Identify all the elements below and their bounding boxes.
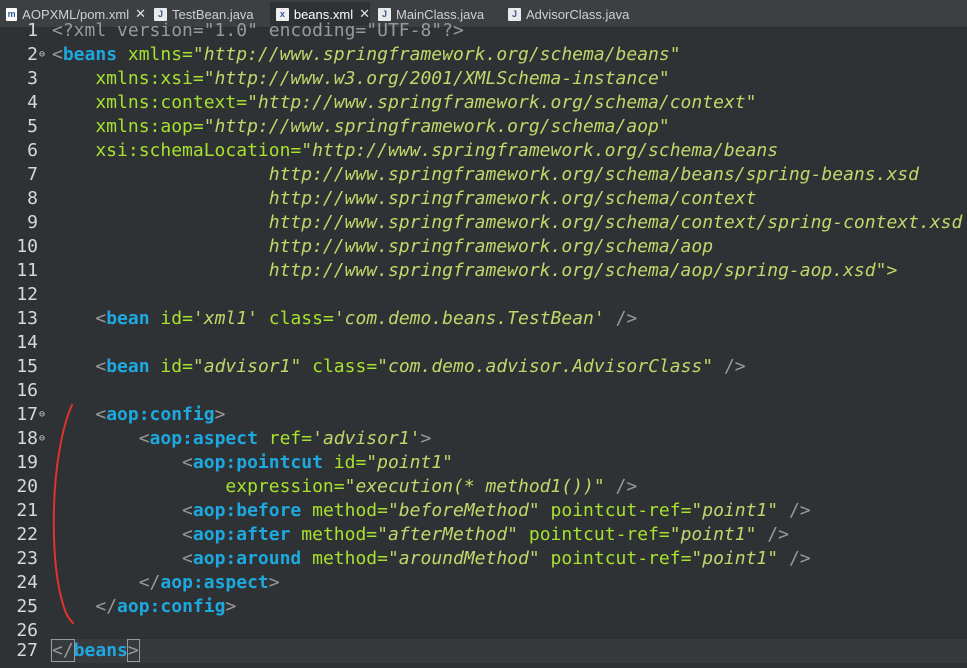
- tag-bracket: <: [182, 500, 193, 521]
- attr-value: "beforeMethod": [387, 500, 540, 521]
- current-line-highlight: [0, 639, 967, 663]
- red-annotation-stroke: [52, 404, 74, 624]
- code-line-20: expression="execution(* method1())" />: [52, 475, 637, 499]
- tag-name: bean: [106, 356, 150, 377]
- code-line-8: http://www.springframework.org/schema/co…: [52, 188, 757, 209]
- tag-name: aop:config: [106, 404, 215, 425]
- attr-value: "http://www.w3.org/2001/XMLSchema-instan…: [203, 68, 670, 89]
- tag-bracket: >: [225, 596, 237, 617]
- attr-value: "point1": [366, 452, 453, 473]
- tag-bracket: >: [214, 404, 226, 425]
- attr-name: id=: [149, 308, 193, 329]
- tag-bracket: </: [138, 572, 161, 593]
- tab-advisorclass-java[interactable]: J AdvisorClass.java: [502, 2, 642, 26]
- tag-bracket: />: [778, 500, 811, 521]
- tag-name: aop:aspect: [149, 428, 258, 449]
- attr-name: id=: [322, 452, 367, 473]
- attr-value: "aroundMethod": [387, 548, 540, 569]
- attr-name: pointcut-ref=: [518, 524, 670, 545]
- tag-name: aop:after: [192, 524, 291, 545]
- attr-name: expression=: [225, 476, 345, 497]
- code-line-13: <bean id='xml1' class='com.demo.beans.Te…: [52, 307, 637, 331]
- tag-bracket: />: [778, 548, 811, 569]
- attr-value: "http://www.springframework.org/schema/a…: [203, 116, 670, 137]
- attr-value: "point1": [669, 524, 757, 545]
- attr-name: pointcut-ref=: [539, 500, 692, 521]
- tag-bracket: />: [604, 476, 638, 497]
- xml-editor[interactable]: 1 2 ⊖ 3 4 5 6 7 8 9 10 11 12 13 14 15 16…: [0, 20, 967, 668]
- code-line-4: xmlns:context="http://www.springframewor…: [52, 91, 756, 115]
- attr-value: "http://www.springframework.org/schema/c…: [247, 92, 757, 113]
- tag-name: bean: [106, 308, 150, 329]
- code-line-11: http://www.springframework.org/schema/ao…: [52, 260, 898, 281]
- attr-name: class=: [301, 356, 378, 377]
- tag-bracket: <: [182, 452, 193, 473]
- tag-bracket: />: [756, 524, 789, 545]
- red-annotation-mark: [52, 404, 74, 624]
- attr-name: method=: [301, 500, 388, 521]
- code-line-5: xmlns:aop="http://www.springframework.or…: [52, 115, 670, 139]
- java-file-icon: J: [508, 7, 521, 21]
- attr-value: 'xml1': [192, 308, 258, 329]
- attr-value: "execution(* method1())": [344, 476, 605, 497]
- code-line-6: xsi:schemaLocation="http://www.springfra…: [52, 139, 778, 163]
- tag-name: aop:around: [192, 548, 302, 569]
- tag-name: aop:before: [192, 500, 302, 521]
- code-line-10: http://www.springframework.org/schema/ao…: [52, 236, 714, 257]
- code-line-2: <beans xmlns="http://www.springframework…: [52, 43, 681, 67]
- attr-name: xmlns=: [117, 44, 193, 65]
- code-line-18: <aop:aspect ref='advisor1'>: [52, 427, 432, 451]
- attr-value: "http://www.springframework.org/schema/b…: [301, 140, 779, 161]
- code-line-3: xmlns:xsi="http://www.w3.org/2001/XMLSch…: [52, 67, 670, 91]
- attr-value: 'advisor1': [312, 428, 421, 449]
- tag-bracket: />: [713, 356, 746, 377]
- attr-value: "point1": [691, 548, 779, 569]
- tag-bracket: <: [182, 548, 193, 569]
- attr-value: "advisor1": [192, 356, 302, 377]
- code-line-21: <aop:before method="beforeMethod" pointc…: [52, 499, 811, 523]
- tag-bracket: <: [182, 524, 193, 545]
- tag-name: aop:pointcut: [192, 452, 323, 473]
- code-line-1: <?xml version="1.0" encoding="UTF-8"?>: [52, 20, 464, 41]
- attr-name: ref=: [257, 428, 313, 449]
- attr-name: id=: [149, 356, 193, 377]
- tag-bracket: >: [268, 572, 280, 593]
- tag-bracket: >: [420, 428, 432, 449]
- attr-value: "afterMethod": [377, 524, 519, 545]
- tag-name: aop:config: [117, 596, 226, 617]
- code-line-23: <aop:around method="aroundMethod" pointc…: [52, 547, 811, 571]
- attr-name: class=: [257, 308, 334, 329]
- attr-value: "point1": [691, 500, 779, 521]
- attr-name: method=: [290, 524, 378, 545]
- code-line-7: http://www.springframework.org/schema/be…: [52, 164, 919, 185]
- attr-value: "com.demo.advisor.AdvisorClass": [377, 356, 714, 377]
- attr-value: "http://www.springframework.org/schema/b…: [192, 44, 681, 65]
- code-line-9: http://www.springframework.org/schema/co…: [52, 212, 963, 233]
- code-line-15: <bean id="advisor1" class="com.demo.advi…: [52, 355, 746, 379]
- code-line-19: <aop:pointcut id="point1": [52, 451, 453, 475]
- tag-bracket: />: [604, 308, 638, 329]
- attr-name: method=: [301, 548, 388, 569]
- tag-name: aop:aspect: [160, 572, 269, 593]
- attr-value: 'com.demo.beans.TestBean': [333, 308, 605, 329]
- code-line-22: <aop:after method="afterMethod" pointcut…: [52, 523, 789, 547]
- attr-name: pointcut-ref=: [539, 548, 692, 569]
- tag-bracket: >: [126, 639, 140, 662]
- tab-label: AdvisorClass.java: [526, 6, 630, 22]
- tag-bracket: <: [138, 428, 150, 449]
